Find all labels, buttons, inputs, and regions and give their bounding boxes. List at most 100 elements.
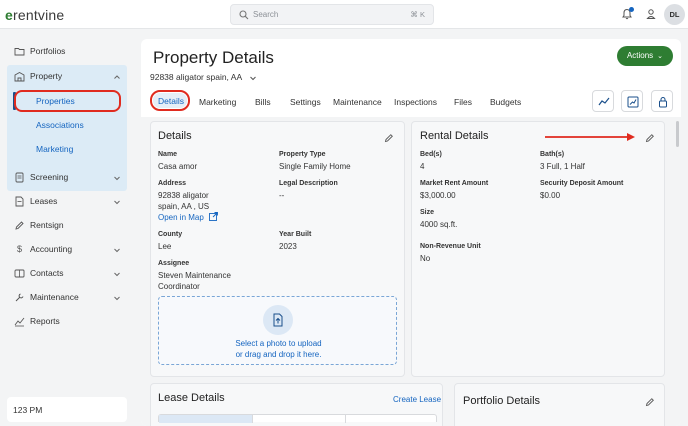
sidebar-sub-associations[interactable]: Associations <box>36 120 84 130</box>
sidebar-item-rentsign[interactable]: Rentsign <box>14 218 64 232</box>
portfolio-details-card: Portfolio Details <box>454 383 665 426</box>
tab-bills[interactable]: Bills <box>255 97 271 107</box>
search-icon <box>239 10 249 20</box>
beds-label: Bed(s) <box>420 151 442 158</box>
baths-label: Bath(s) <box>540 151 565 158</box>
external-link-icon <box>208 212 218 221</box>
sidebar-item-accounting[interactable]: $ Accounting <box>14 242 72 256</box>
reports-icon <box>14 316 25 327</box>
person-icon[interactable] <box>645 8 657 20</box>
chevron-down-icon[interactable] <box>113 174 121 182</box>
sidebar-item-label: Property <box>30 71 63 81</box>
top-bar: erentvinerentvine Search ⌘ K DL <box>0 0 688 29</box>
sidebar-item-property[interactable]: Property <box>14 69 62 83</box>
divider <box>345 415 346 423</box>
app-logo[interactable]: erentvinerentvine <box>5 7 64 23</box>
chevron-down-icon[interactable] <box>113 294 121 302</box>
sidebar-item-leases[interactable]: Leases <box>14 194 57 208</box>
dollar-icon: $ <box>16 244 22 254</box>
sidebar-item-label: Screening <box>30 172 69 182</box>
sidebar-item-screening[interactable]: Screening <box>14 170 68 184</box>
chevron-down-icon[interactable] <box>113 246 121 254</box>
divider <box>252 415 253 423</box>
security-deposit-value: $0.00 <box>540 191 561 200</box>
sidebar-sub-properties[interactable]: Properties <box>36 96 75 106</box>
chevron-down-icon[interactable] <box>113 198 121 206</box>
upload-file-icon <box>273 313 283 327</box>
tab-maintenance[interactable]: Maintenance <box>333 97 382 107</box>
legal-description-value: -- <box>279 191 285 200</box>
tab-details[interactable]: Details <box>158 96 184 106</box>
lease-details-heading: Lease Details <box>158 392 225 404</box>
tab-budgets[interactable]: Budgets <box>490 97 521 107</box>
open-in-map-link[interactable]: Open in Map <box>158 212 218 223</box>
beds-value: 4 <box>420 162 425 171</box>
lease-details-card: Lease Details Create Lease <box>150 383 443 426</box>
county-label: County <box>158 231 183 238</box>
photo-upload-dropzone[interactable]: Select a photo to upload or drag and dro… <box>158 296 397 365</box>
main-panel: Property Details 92838 aligator spain, A… <box>141 39 681 426</box>
tab-files[interactable]: Files <box>454 97 472 107</box>
sidebar-item-label: Leases <box>30 196 58 206</box>
leases-icon <box>14 196 25 207</box>
chevron-up-icon[interactable] <box>113 73 121 81</box>
tab-settings[interactable]: Settings <box>290 97 321 107</box>
sidebar-item-reports[interactable]: Reports <box>14 314 60 328</box>
non-revenue-label: Non-Revenue Unit <box>420 243 481 250</box>
open-in-map-label: Open in Map <box>158 213 204 222</box>
property-type-value: Single Family Home <box>279 162 351 171</box>
search-bar[interactable]: Search ⌘ K <box>230 4 434 25</box>
property-address-selector[interactable]: 92838 aligator spain, AA <box>150 72 242 82</box>
screening-icon <box>14 172 25 183</box>
content-area: Details Name Casa amor Property Type Sin… <box>141 117 681 426</box>
folder-icon <box>14 46 25 57</box>
upload-circle <box>263 305 293 335</box>
lease-table-header <box>158 414 437 423</box>
property-type-label: Property Type <box>279 151 326 158</box>
pen-icon <box>14 220 25 231</box>
sidebar-item-maintenance[interactable]: Maintenance <box>14 290 79 304</box>
notification-dot <box>629 7 634 12</box>
annotation-arrow <box>545 133 635 141</box>
security-deposit-label: Security Deposit Amount <box>540 180 624 187</box>
assignee-line2: Coordinator <box>158 282 200 291</box>
building-icon <box>14 71 25 82</box>
chart-icon <box>627 96 639 108</box>
pencil-icon[interactable] <box>645 133 655 143</box>
rental-details-heading: Rental Details <box>420 130 489 142</box>
tab-marketing[interactable]: Marketing <box>199 97 236 107</box>
chevron-down-icon[interactable] <box>113 270 121 278</box>
sidebar-item-portfolios[interactable]: Portfolios <box>14 44 65 58</box>
contacts-icon <box>14 268 25 279</box>
wrench-icon <box>14 292 25 303</box>
sidebar-item-label: Maintenance <box>30 292 79 302</box>
details-card: Details Name Casa amor Property Type Sin… <box>150 121 405 377</box>
sidebar-item-label: Accounting <box>30 244 73 254</box>
address-label: Address <box>158 180 187 187</box>
trend-button[interactable] <box>592 90 614 112</box>
actions-button[interactable]: Actions ⌄ <box>617 46 673 66</box>
actions-label: Actions <box>626 51 654 60</box>
name-value: Casa amor <box>158 162 198 171</box>
trend-icon <box>598 97 610 106</box>
chart-button[interactable] <box>621 90 643 112</box>
market-rent-label: Market Rent Amount <box>420 180 489 187</box>
county-value: Lee <box>158 242 172 251</box>
user-avatar[interactable]: DL <box>664 4 685 25</box>
tab-inspections[interactable]: Inspections <box>394 97 437 107</box>
lock-button[interactable] <box>651 90 673 112</box>
baths-value: 3 Full, 1 Half <box>540 162 585 171</box>
portfolio-details-heading: Portfolio Details <box>463 395 541 407</box>
lease-table-active-col <box>159 415 252 423</box>
pencil-icon[interactable] <box>645 397 655 407</box>
address-line2: spain, AA , US <box>158 202 210 211</box>
sidebar-item-label: Reports <box>30 316 60 326</box>
year-built-label: Year Built <box>279 231 312 238</box>
sidebar-item-contacts[interactable]: Contacts <box>14 266 64 280</box>
create-lease-link[interactable]: Create Lease <box>393 394 441 405</box>
scrollbar[interactable] <box>676 121 679 147</box>
pencil-icon[interactable] <box>384 133 394 143</box>
chevron-down-icon[interactable] <box>249 74 257 82</box>
search-shortcut: ⌘ K <box>410 10 425 19</box>
sidebar-sub-marketing[interactable]: Marketing <box>36 144 73 154</box>
